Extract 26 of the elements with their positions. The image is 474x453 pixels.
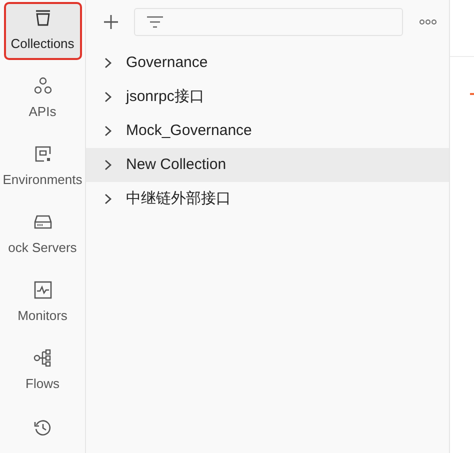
collection-row[interactable]: Governance: [86, 46, 449, 80]
sidebar-item[interactable]: Flows: [4, 342, 82, 400]
sidebar-item[interactable]: Monitors: [4, 274, 82, 332]
filter-icon: [147, 16, 163, 28]
connected-nodes-icon: [32, 348, 52, 368]
sidebar-item[interactable]: ock Servers: [4, 206, 82, 264]
chevron-icon: [104, 159, 112, 171]
collection-row[interactable]: 中继链外部接口: [86, 182, 449, 216]
collection-row[interactable]: jsonrpc接口: [86, 80, 449, 114]
sidebar-item[interactable]: Environments: [4, 138, 82, 196]
pulse-icon: [32, 280, 52, 300]
chevron-icon: [104, 57, 112, 69]
chevron-icon: [104, 91, 112, 103]
chevron-icon: [104, 125, 112, 137]
ellipsis-icon: [419, 19, 437, 25]
filter-field[interactable]: [134, 8, 403, 36]
history-icon: [32, 418, 52, 438]
add-button[interactable]: [102, 13, 120, 31]
circles-icon: [32, 76, 52, 96]
chevron-icon: [104, 193, 112, 205]
collection-row[interactable]: Mock_Governance: [86, 114, 449, 148]
window-icon: [32, 144, 52, 164]
plus-icon: [103, 14, 119, 30]
collection-row[interactable]: New Collection: [86, 148, 449, 182]
sidebar-item[interactable]: APIs: [4, 70, 82, 128]
sidebar-item[interactable]: Collections: [4, 2, 82, 60]
